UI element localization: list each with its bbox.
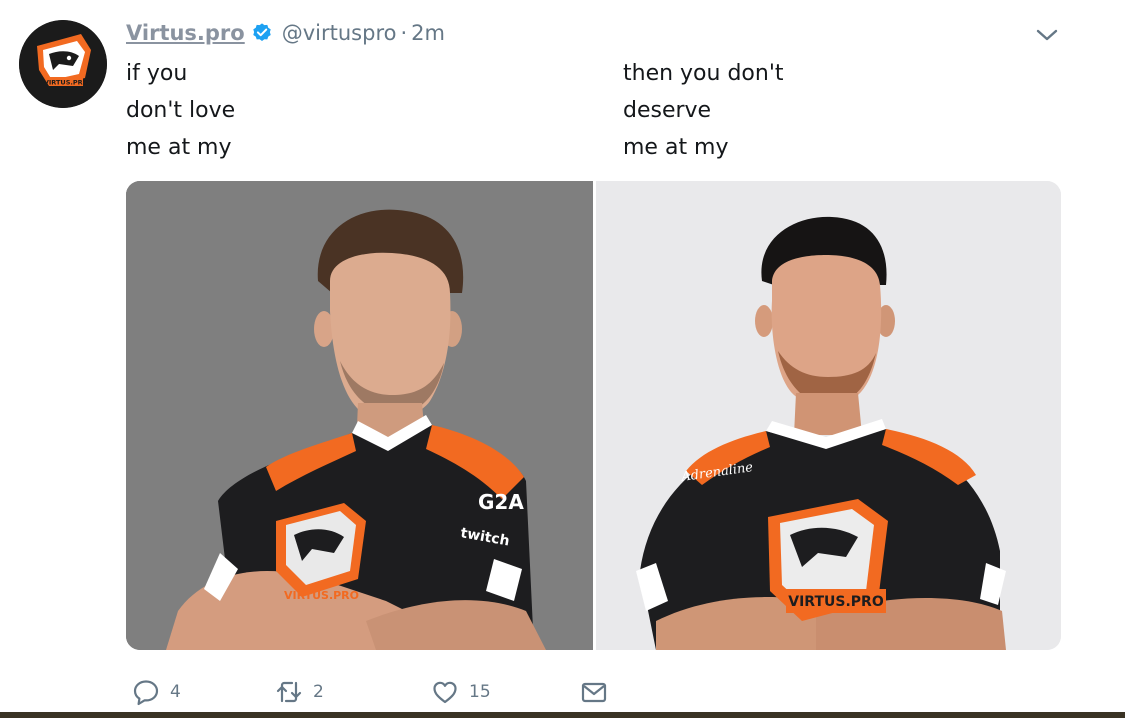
text-line: if you — [126, 61, 188, 86]
player-photo-right[interactable]: VIRTUS.PRO Adrenaline — [596, 181, 1061, 650]
tweet-text-left: if you don't love me at my — [126, 55, 235, 166]
text-line: me at my — [126, 135, 232, 160]
bottom-border — [0, 712, 1125, 718]
tweet-actions: 4 2 15 — [132, 675, 608, 709]
chevron-down-icon[interactable] — [1033, 24, 1061, 46]
tweet-card: VIRTUS.PRO Virtus.pro @virtuspro · 2m if… — [0, 0, 1125, 718]
direct-message-button[interactable] — [580, 678, 608, 706]
avatar[interactable]: VIRTUS.PRO — [19, 20, 107, 108]
reply-icon — [133, 680, 159, 706]
text-line: don't love — [126, 98, 236, 123]
display-name[interactable]: Virtus.pro — [126, 21, 245, 45]
tweet-media: G2A twitch VIRTUS.PRO VIRTUS.PRO Adrenal… — [126, 181, 1061, 650]
text-line: me at my — [623, 135, 729, 160]
reply-count: 4 — [170, 682, 181, 702]
tweet-header: Virtus.pro @virtuspro · 2m — [126, 18, 445, 48]
virtus-pro-logo-icon: VIRTUS.PRO — [19, 20, 107, 108]
sponsor-g2a: G2A — [478, 490, 524, 514]
retweet-button[interactable]: 2 — [275, 678, 431, 706]
tweet-text-right: then you don't deserve me at my — [623, 55, 784, 166]
like-count: 15 — [469, 682, 491, 702]
retweet-icon — [276, 681, 302, 703]
like-button[interactable]: 15 — [431, 678, 580, 706]
user-handle[interactable]: @virtuspro — [282, 21, 397, 45]
timestamp[interactable]: 2m — [411, 21, 445, 45]
player-photo-right-image: VIRTUS.PRO Adrenaline — [596, 181, 1061, 650]
logo-text: VIRTUS.PRO — [44, 79, 89, 87]
verified-badge-icon — [253, 23, 271, 41]
text-line: then you don't — [623, 61, 784, 86]
envelope-icon — [581, 682, 607, 703]
retweet-count: 2 — [313, 682, 324, 702]
separator-dot: · — [400, 21, 408, 45]
player-photo-left-image: G2A twitch VIRTUS.PRO — [126, 181, 593, 650]
player-photo-left[interactable]: G2A twitch VIRTUS.PRO — [126, 181, 593, 650]
reply-button[interactable]: 4 — [132, 678, 275, 706]
text-line: deserve — [623, 98, 712, 123]
heart-icon — [433, 681, 457, 704]
jersey-text-left: VIRTUS.PRO — [284, 589, 359, 602]
jersey-text-right: VIRTUS.PRO — [788, 594, 884, 610]
